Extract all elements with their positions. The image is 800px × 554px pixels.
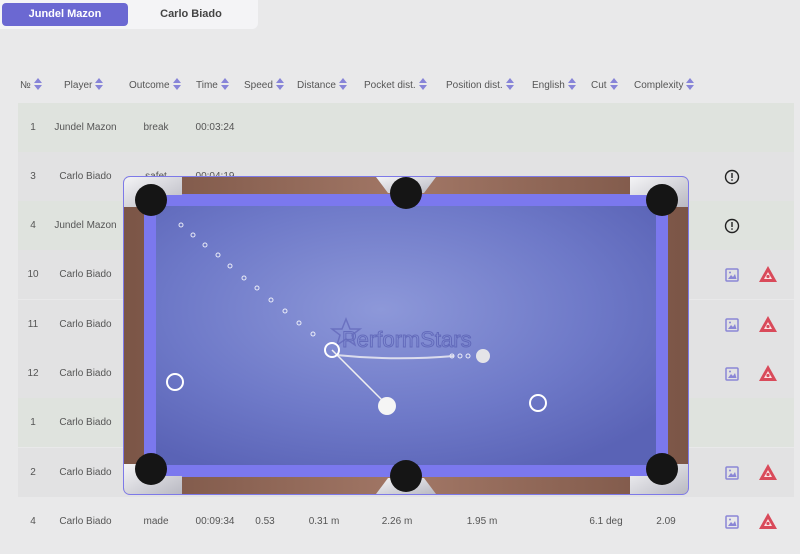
sort-icon <box>95 78 104 90</box>
cell-player: Carlo Biado <box>59 417 112 428</box>
cell-distance: 0.31 m <box>308 516 340 527</box>
cell-complexity: 2.09 <box>656 516 676 527</box>
column-header-number[interactable]: № <box>20 78 43 91</box>
cell-no: 10 <box>27 269 39 280</box>
pocket-bottom-right <box>646 453 678 485</box>
cell-distance <box>300 103 348 152</box>
table-row[interactable]: 4 Carlo Biado made 00:09:34 0.53 0.31 m 2.26 m… <box>18 497 794 546</box>
cell-english <box>534 103 582 152</box>
image-icon[interactable] <box>724 366 740 382</box>
warning-icon[interactable] <box>758 265 778 283</box>
cell-outcome: made <box>143 516 169 527</box>
tab-carlo-biado[interactable]: Carlo Biado <box>132 3 250 26</box>
cell-player: Carlo Biado <box>59 319 112 330</box>
pocket-top-left <box>135 184 167 216</box>
warning-icon[interactable] <box>758 512 778 530</box>
warning-icon[interactable] <box>758 463 778 481</box>
cell-cut <box>584 103 628 152</box>
cell-outcome: break <box>143 122 169 133</box>
column-header-cut[interactable]: Cut <box>591 78 619 91</box>
watermark-text: PerformStars <box>342 327 472 352</box>
cell-player: Carlo Biado <box>59 368 112 379</box>
pocket-bottom-middle <box>390 460 422 492</box>
table-header: № Player Outcome Time Speed Distance Poc… <box>0 70 800 100</box>
table-row[interactable]: 1 Jundel Mazon break 00:03:24 <box>18 103 794 152</box>
cell-player: Jundel Mazon <box>54 122 117 133</box>
sort-icon <box>220 78 230 90</box>
cell-speed <box>244 103 286 152</box>
sort-icon <box>686 78 695 90</box>
column-header-complexity[interactable]: Complexity <box>634 78 695 91</box>
image-icon[interactable] <box>724 514 740 530</box>
info-icon[interactable] <box>724 169 740 185</box>
cell-pocket: 2.26 m <box>381 516 413 527</box>
column-header-english[interactable]: English <box>532 78 577 91</box>
info-icon[interactable] <box>724 218 740 234</box>
cell-position <box>450 103 514 152</box>
cell-player: Carlo Biado <box>59 269 112 280</box>
player-tabs: Jundel Mazon Carlo Biado <box>0 0 258 29</box>
column-header-speed[interactable]: Speed <box>244 78 285 91</box>
cell-position: 1.95 m <box>466 516 498 527</box>
sort-icon <box>418 78 428 90</box>
sort-icon <box>275 78 285 90</box>
sort-icon <box>33 78 43 90</box>
object-ball <box>476 349 490 363</box>
cell-player: Jundel Mazon <box>54 220 117 231</box>
warning-icon[interactable] <box>758 364 778 382</box>
cell-no: 4 <box>30 220 36 231</box>
cell-no: 12 <box>27 368 39 379</box>
column-header-distance[interactable]: Distance <box>297 78 348 91</box>
cell-time: 00:03:24 <box>195 122 235 133</box>
cell-player: Carlo Biado <box>59 516 112 527</box>
cell-no: 4 <box>30 516 36 527</box>
cell-speed: 0.53 <box>255 516 275 527</box>
pocket-bottom-left <box>135 453 167 485</box>
cell-player: Carlo Biado <box>59 171 112 182</box>
cell-no: 1 <box>30 417 36 428</box>
sort-icon <box>505 78 515 90</box>
image-icon[interactable] <box>724 317 740 333</box>
column-header-position-dist[interactable]: Position dist. <box>446 78 515 91</box>
cell-no: 3 <box>30 171 36 182</box>
cell-complexity <box>640 103 692 152</box>
sort-icon <box>609 78 619 90</box>
column-header-pocket-dist[interactable]: Pocket dist. <box>364 78 428 91</box>
column-header-player[interactable]: Player <box>64 78 104 91</box>
cell-time: 00:09:34 <box>195 516 235 527</box>
cell-no: 2 <box>30 467 36 478</box>
column-header-time[interactable]: Time <box>196 78 230 91</box>
pool-table-diagram: PerformStars <box>124 177 688 494</box>
cell-pocket <box>368 103 426 152</box>
image-icon[interactable] <box>724 267 740 283</box>
cell-cut: 6.1 deg <box>589 516 623 527</box>
sort-icon <box>172 78 182 90</box>
tab-jundel-mazon[interactable]: Jundel Mazon <box>2 3 128 26</box>
pocket-top-middle <box>390 177 422 209</box>
cell-no: 11 <box>27 319 39 330</box>
warning-icon[interactable] <box>758 315 778 333</box>
cell-player: Carlo Biado <box>59 467 112 478</box>
column-header-outcome[interactable]: Outcome <box>129 78 182 91</box>
image-icon[interactable] <box>724 465 740 481</box>
cell-no: 1 <box>30 122 36 133</box>
sort-icon <box>338 78 348 90</box>
cue-ball <box>378 397 396 415</box>
cell-english <box>534 497 582 546</box>
pocket-top-right <box>646 184 678 216</box>
sort-icon <box>567 78 577 90</box>
